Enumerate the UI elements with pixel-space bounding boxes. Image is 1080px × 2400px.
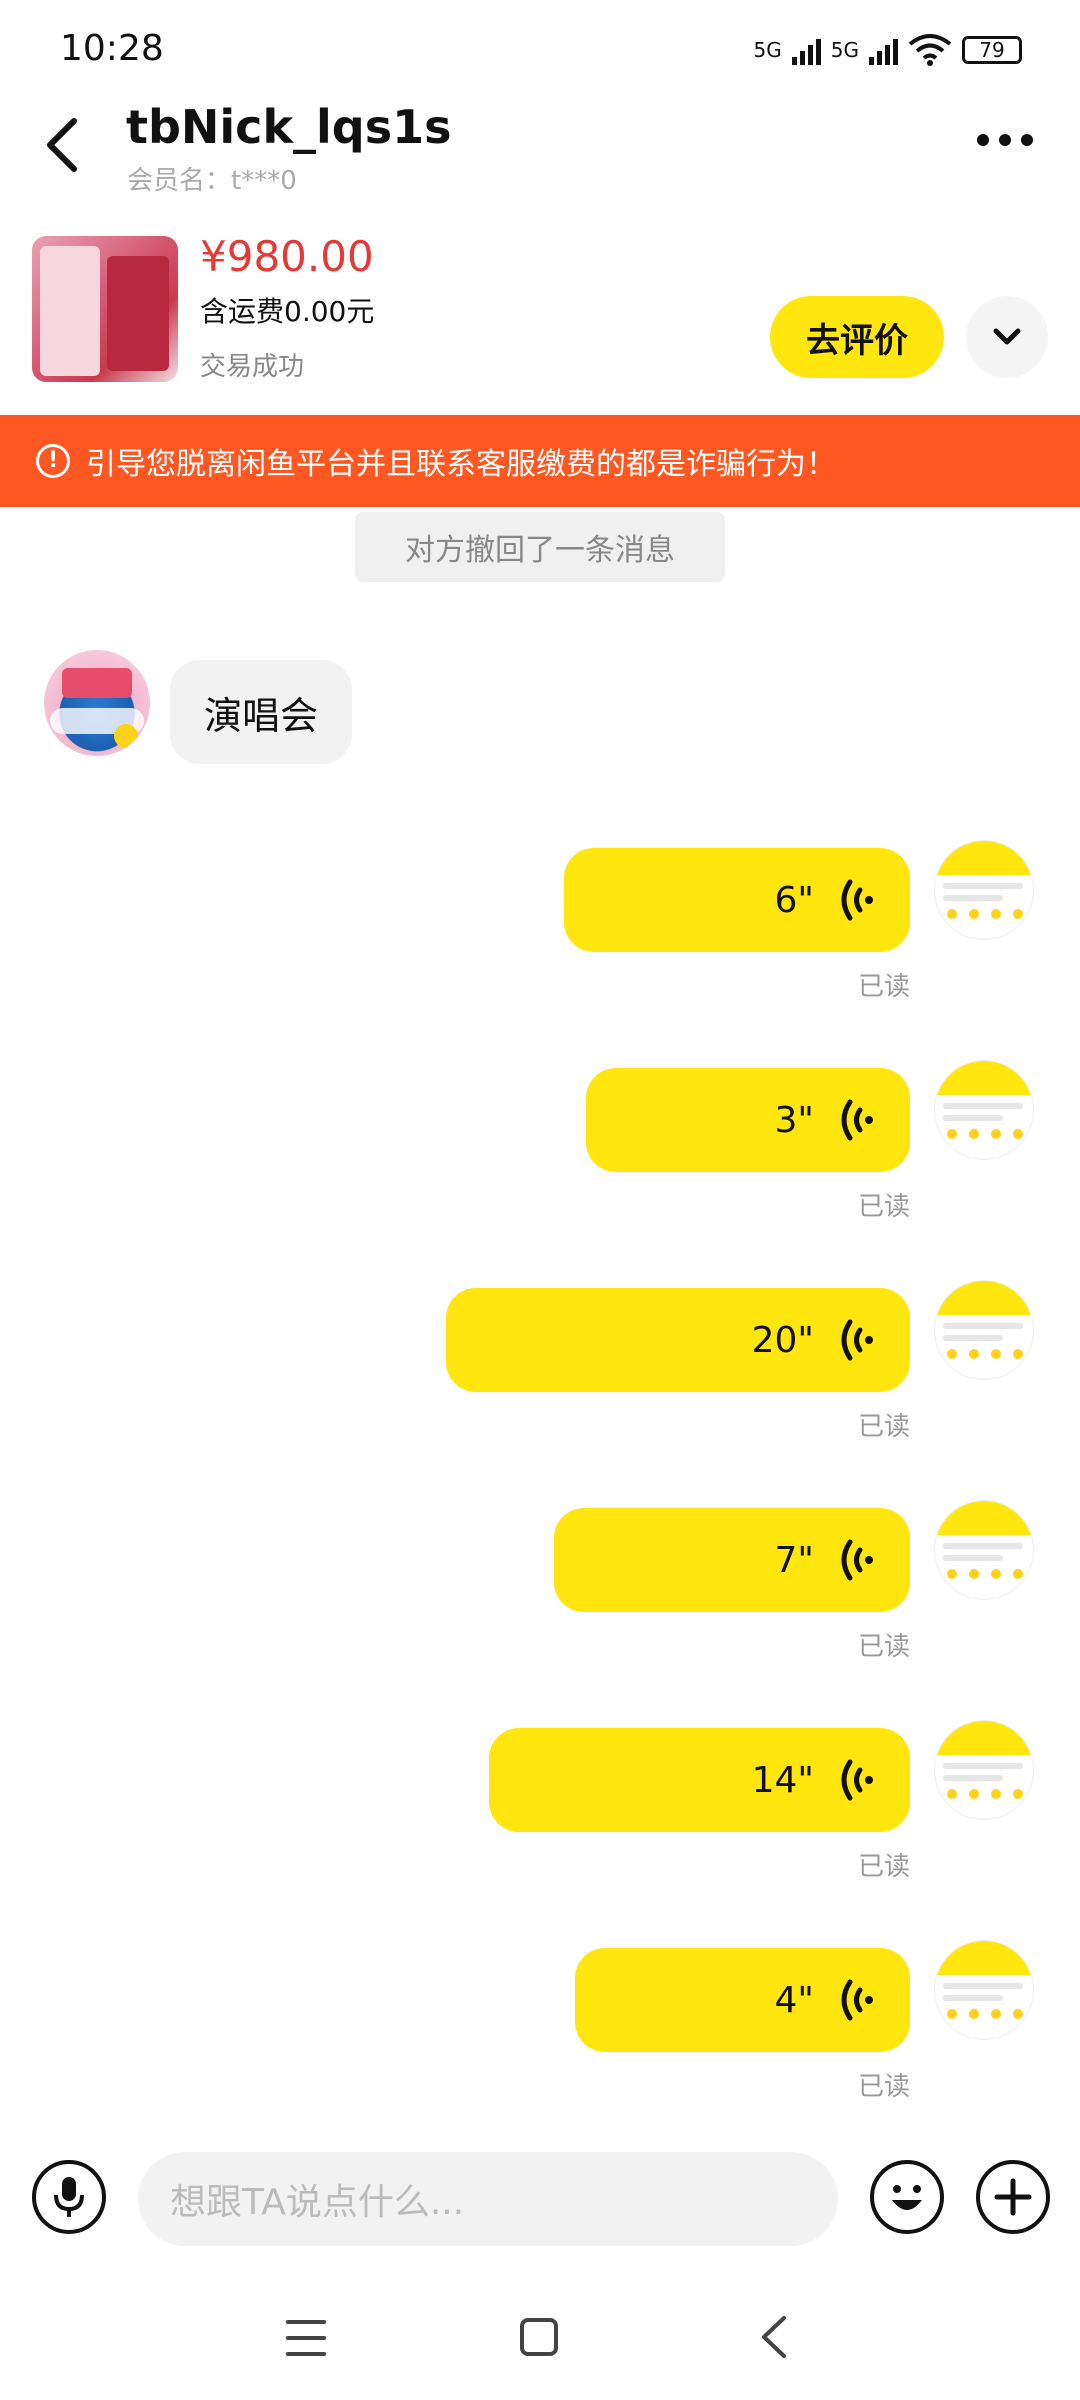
more-actions-button[interactable] xyxy=(976,2160,1050,2234)
back-button[interactable] xyxy=(40,115,84,175)
read-receipt: 已读 xyxy=(857,972,910,1002)
signal-icon-2 xyxy=(869,35,898,65)
my-avatar[interactable] xyxy=(934,1280,1034,1380)
read-receipt: 已读 xyxy=(857,1192,910,1222)
voice-wave-icon xyxy=(841,1099,873,1141)
read-receipt: 已读 xyxy=(857,1632,910,1662)
voice-duration: 4" xyxy=(774,1979,814,2021)
my-avatar[interactable] xyxy=(934,1060,1034,1160)
voice-duration: 20" xyxy=(751,1319,814,1361)
voice-message-bubble[interactable]: 4" xyxy=(575,1948,910,2052)
member-name: 会员名：t***0 xyxy=(127,166,297,196)
network-label-2: 5G xyxy=(830,38,859,62)
emoji-button[interactable] xyxy=(870,2160,944,2234)
review-button[interactable]: 去评价 xyxy=(770,296,944,378)
voice-wave-icon xyxy=(841,879,873,921)
voice-wave-icon xyxy=(841,1319,873,1361)
my-avatar[interactable] xyxy=(934,1720,1034,1820)
product-thumbnail[interactable] xyxy=(32,236,178,382)
network-label-1: 5G xyxy=(753,38,782,62)
expand-button[interactable] xyxy=(966,296,1048,378)
read-receipt: 已读 xyxy=(857,2072,910,2102)
voice-input-button[interactable] xyxy=(32,2160,106,2234)
chevron-down-icon xyxy=(993,328,1021,345)
warning-text: 引导您脱离闲鱼平台并且联系客服缴费的都是诈骗行为！ xyxy=(86,447,836,482)
status-time: 10:28 xyxy=(60,28,164,69)
voice-message-bubble[interactable]: 14" xyxy=(489,1728,910,1832)
voice-wave-icon xyxy=(841,1979,873,2021)
voice-message-bubble[interactable]: 6" xyxy=(564,848,910,952)
smiley-icon xyxy=(892,2185,922,2210)
nav-back-button[interactable] xyxy=(756,2314,792,2360)
voice-duration: 14" xyxy=(751,1759,814,1801)
my-avatar[interactable] xyxy=(934,840,1034,940)
battery-icon: 79 xyxy=(962,36,1022,64)
fraud-warning-banner: ! 引导您脱离闲鱼平台并且联系客服缴费的都是诈骗行为！ xyxy=(0,415,1080,507)
product-price: ¥980.00 xyxy=(200,232,374,281)
nav-back-icon xyxy=(762,2316,786,2358)
voice-duration: 6" xyxy=(774,879,814,921)
voice-wave-icon xyxy=(841,1759,873,1801)
voice-duration: 3" xyxy=(774,1099,814,1141)
recall-notice: 对方撤回了一条消息 xyxy=(355,512,725,582)
transaction-status: 交易成功 xyxy=(200,352,305,382)
read-receipt: 已读 xyxy=(857,1852,910,1882)
chevron-left-icon xyxy=(47,118,77,172)
plus-circle-icon xyxy=(994,2178,1032,2216)
nav-recents-button[interactable] xyxy=(286,2320,326,2356)
contact-avatar[interactable] xyxy=(44,650,150,756)
my-avatar[interactable] xyxy=(934,1500,1034,1600)
shipping-fee: 含运费0.00元 xyxy=(200,295,375,328)
voice-duration: 7" xyxy=(774,1539,814,1581)
status-icons: 5G 5G 79 xyxy=(754,30,1022,70)
more-dots-icon xyxy=(977,134,989,146)
exclamation-circle-icon: ! xyxy=(36,444,70,478)
voice-message-bubble[interactable]: 7" xyxy=(554,1508,910,1612)
signal-icon xyxy=(791,35,821,65)
wifi-icon xyxy=(908,34,952,66)
voice-message-bubble[interactable]: 20" xyxy=(446,1288,910,1392)
chat-title: tbNick_lqs1s xyxy=(126,100,452,154)
my-avatar[interactable] xyxy=(934,1940,1034,2040)
read-receipt: 已读 xyxy=(857,1412,910,1442)
more-options-button[interactable] xyxy=(970,120,1040,160)
voice-message-bubble[interactable]: 3" xyxy=(586,1068,910,1172)
message-input[interactable]: 想跟TA说点什么... xyxy=(138,2152,838,2246)
microphone-icon xyxy=(54,2177,84,2217)
incoming-message-bubble[interactable]: 演唱会 xyxy=(170,660,353,764)
voice-wave-icon xyxy=(841,1539,873,1581)
nav-home-button[interactable] xyxy=(520,2318,558,2356)
